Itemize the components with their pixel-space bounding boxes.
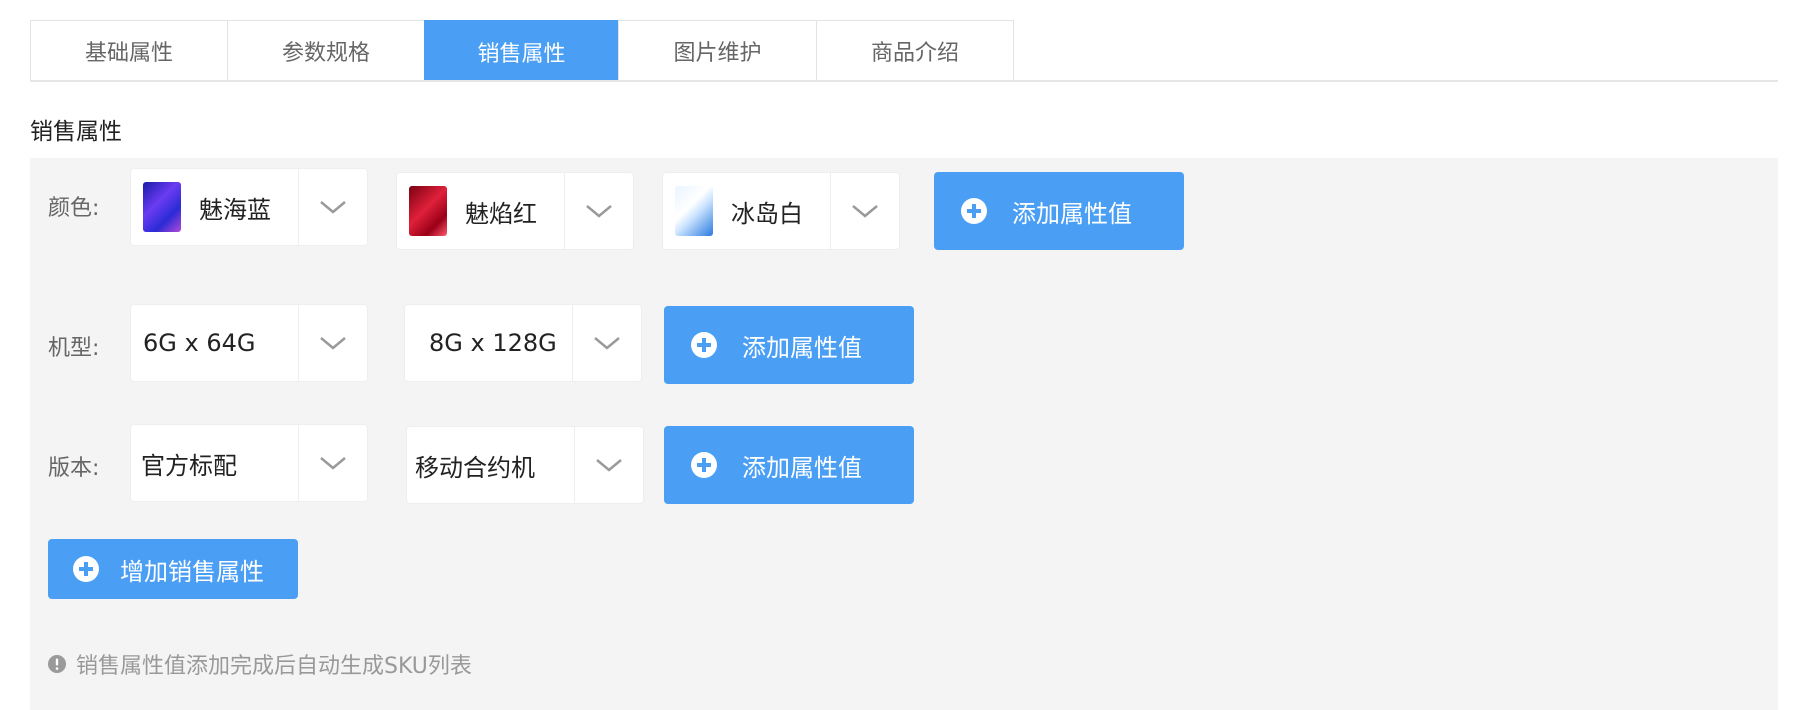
color-value-select[interactable]: 冰岛白 xyxy=(662,172,900,250)
chevron-down-icon[interactable] xyxy=(299,425,367,501)
tab-sales-attributes[interactable]: 销售属性 xyxy=(424,20,619,82)
sku-hint: 销售属性值添加完成后自动生成SKU列表 xyxy=(48,648,472,680)
version-value-text: 官方标配 xyxy=(141,451,237,480)
add-sale-attribute-button[interactable]: 增加销售属性 xyxy=(48,539,298,599)
sales-attributes-panel: 颜色: 魅海蓝 魅焰红 冰岛白 添加属性值 机型: 6G x 64G 8G x … xyxy=(30,158,1778,710)
model-row-label: 机型: xyxy=(48,336,100,361)
white-phone-image xyxy=(675,186,713,236)
tab-bar: 基础属性 参数规格 销售属性 图片维护 商品介绍 xyxy=(30,20,1778,82)
chevron-down-icon[interactable] xyxy=(565,173,633,249)
model-value-text: 6G x 64G xyxy=(143,329,256,357)
version-value-select[interactable]: 移动合约机 xyxy=(406,426,644,504)
tab-images[interactable]: 图片维护 xyxy=(618,20,817,80)
version-row-label: 版本: xyxy=(48,456,100,481)
tab-product-intro[interactable]: 商品介绍 xyxy=(816,20,1014,80)
blue-phone-image xyxy=(143,182,181,232)
tab-label: 图片维护 xyxy=(673,40,762,66)
tab-label: 基础属性 xyxy=(84,40,173,66)
add-model-value-button[interactable]: 添加属性值 xyxy=(664,306,914,384)
add-value-label: 添加属性值 xyxy=(742,453,862,482)
version-value-select[interactable]: 官方标配 xyxy=(130,424,368,502)
plus-circle-icon xyxy=(691,332,717,358)
color-row-label: 颜色: xyxy=(48,196,100,221)
model-value-select[interactable]: 6G x 64G xyxy=(130,304,368,382)
tab-basic-attributes[interactable]: 基础属性 xyxy=(30,20,228,80)
exclamation-circle-icon xyxy=(48,655,66,673)
plus-circle-icon xyxy=(961,198,987,224)
sku-hint-text: 销售属性值添加完成后自动生成SKU列表 xyxy=(76,654,472,679)
add-version-value-button[interactable]: 添加属性值 xyxy=(664,426,914,504)
color-value-text: 魅焰红 xyxy=(465,199,537,228)
color-value-text: 魅海蓝 xyxy=(199,195,271,224)
tab-label: 销售属性 xyxy=(477,41,566,67)
plus-circle-icon xyxy=(73,556,99,582)
chevron-down-icon[interactable] xyxy=(299,169,367,245)
color-value-select[interactable]: 魅海蓝 xyxy=(130,168,368,246)
section-title: 销售属性 xyxy=(30,119,122,145)
red-phone-image xyxy=(409,186,447,236)
color-value-select[interactable]: 魅焰红 xyxy=(396,172,634,250)
chevron-down-icon[interactable] xyxy=(299,305,367,381)
color-value-text: 冰岛白 xyxy=(731,199,803,228)
add-color-value-button[interactable]: 添加属性值 xyxy=(934,172,1184,250)
add-value-label: 添加属性值 xyxy=(742,333,862,362)
model-value-select[interactable]: 8G x 128G xyxy=(404,304,642,382)
plus-circle-icon xyxy=(691,452,717,478)
tab-bar-underline xyxy=(30,80,1778,82)
chevron-down-icon[interactable] xyxy=(573,305,641,381)
tab-label: 参数规格 xyxy=(281,40,370,66)
tab-label: 商品介绍 xyxy=(870,40,959,66)
model-value-text: 8G x 128G xyxy=(429,329,557,357)
tab-parameters[interactable]: 参数规格 xyxy=(227,20,425,80)
chevron-down-icon[interactable] xyxy=(575,427,643,503)
add-value-label: 添加属性值 xyxy=(1012,199,1132,228)
chevron-down-icon[interactable] xyxy=(831,173,899,249)
version-value-text: 移动合约机 xyxy=(415,453,535,482)
add-sale-attribute-label: 增加销售属性 xyxy=(120,557,264,586)
